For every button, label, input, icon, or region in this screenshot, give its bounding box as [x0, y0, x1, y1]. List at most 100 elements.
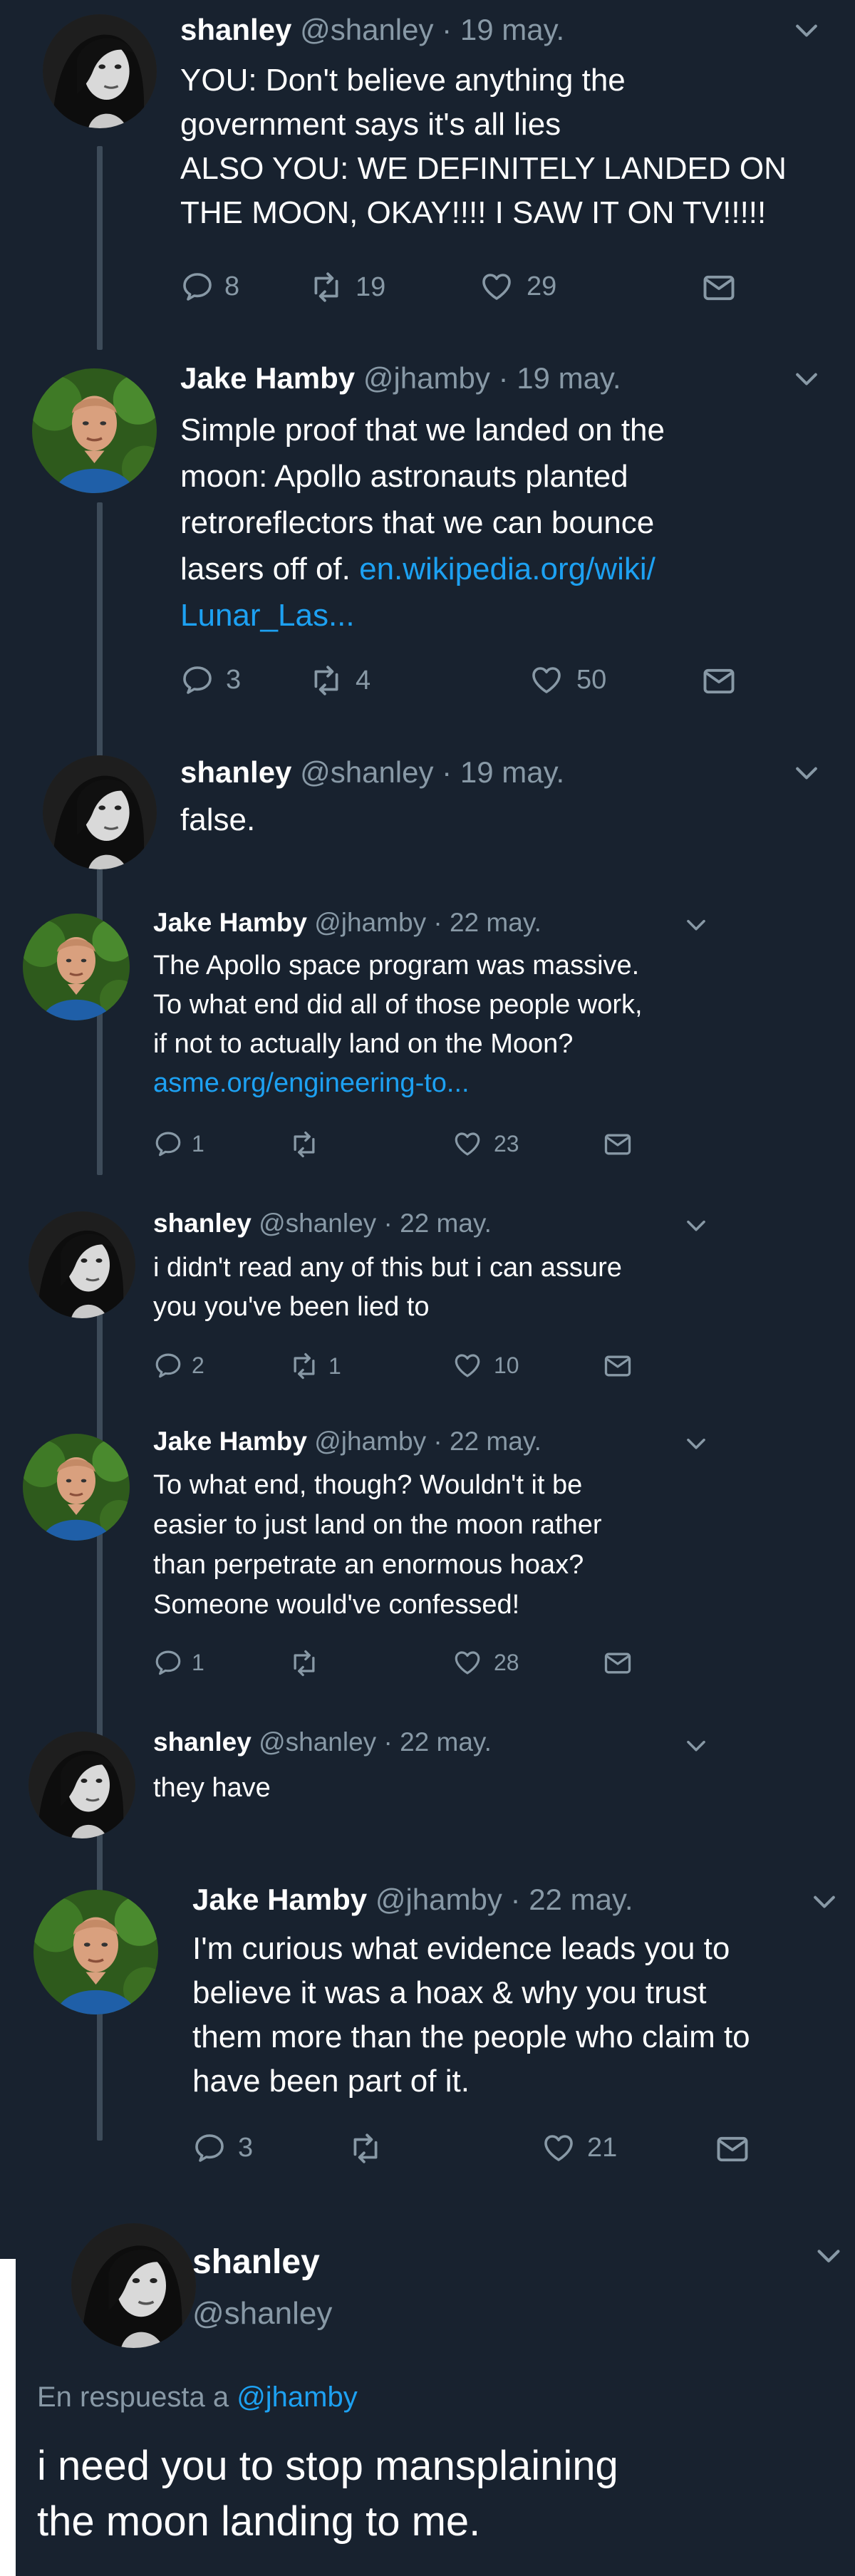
author-name[interactable]: Jake Hamby — [153, 1427, 307, 1456]
tweet-date[interactable]: 22 may. — [400, 1209, 492, 1238]
tweet-date[interactable]: 19 may. — [517, 361, 621, 395]
retweet-button[interactable]: 4 — [309, 663, 370, 698]
tweet-header: Jake Hamby @jhamby · 22 may. — [192, 1883, 633, 1916]
retweet-button[interactable]: 1 — [289, 1350, 341, 1382]
author-handle[interactable]: @shanley — [259, 1727, 376, 1757]
retweet-icon — [289, 1129, 320, 1160]
like-button[interactable]: 29 — [480, 269, 556, 304]
retweet-icon — [309, 663, 344, 698]
retweet-icon — [348, 2131, 383, 2166]
author-name[interactable]: shanley — [192, 2243, 320, 2282]
message-button[interactable] — [602, 1129, 633, 1160]
like-button[interactable]: 28 — [452, 1647, 519, 1677]
avatar[interactable] — [43, 14, 157, 128]
author-name[interactable]: Jake Hamby — [192, 1883, 367, 1916]
tweet-text: YOU: Don't believe anything the governme… — [180, 63, 787, 230]
reply-button[interactable]: 3 — [180, 663, 241, 697]
message-button[interactable] — [700, 269, 737, 306]
avatar[interactable] — [23, 914, 130, 1020]
tweet-header: shanley @shanley · 22 may. — [153, 1209, 492, 1238]
retweet-button[interactable] — [289, 1129, 328, 1160]
author-name[interactable]: shanley — [153, 1209, 252, 1238]
chevron-down-icon[interactable] — [791, 758, 822, 790]
tweet-date[interactable]: 22 may. — [400, 1727, 492, 1757]
tweet: shanley @shanley · 19 may. false. — [0, 727, 855, 878]
like-button[interactable]: 21 — [542, 2131, 617, 2165]
retweet-button[interactable] — [348, 2131, 395, 2166]
tweet-date[interactable]: 22 may. — [450, 908, 542, 937]
message-button[interactable] — [700, 663, 737, 700]
author-handle[interactable]: @jhamby — [314, 1427, 426, 1456]
tweet: shanley @shanley · 22 may. i didn't read… — [0, 1177, 855, 1405]
author-name[interactable]: shanley — [153, 1727, 252, 1757]
retweet-button[interactable]: 19 — [309, 269, 385, 305]
reply-button[interactable]: 1 — [153, 1129, 204, 1159]
like-button[interactable]: 50 — [529, 663, 606, 697]
tweet-actions: 1 23 — [153, 1129, 666, 1162]
message-button[interactable] — [602, 1647, 633, 1679]
reply-button[interactable]: 3 — [192, 2131, 253, 2165]
chevron-down-icon[interactable] — [683, 912, 710, 939]
author-handle[interactable]: @jhamby — [363, 361, 490, 395]
author-handle[interactable]: @shanley — [300, 13, 433, 46]
chevron-down-icon[interactable] — [791, 364, 822, 395]
retweet-button[interactable] — [289, 1647, 328, 1679]
author-handle[interactable]: @shanley — [300, 755, 433, 789]
chevron-down-icon[interactable] — [791, 16, 822, 47]
tweet: Jake Hamby @jhamby · 22 may. The Apollo … — [0, 878, 855, 1177]
author-handle[interactable]: @shanley — [259, 1209, 376, 1238]
tweet-link[interactable]: Lunar_Las... — [180, 598, 355, 633]
avatar[interactable] — [28, 1732, 135, 1838]
tweet-header: shanley @shanley · 19 may. — [180, 755, 565, 789]
reply-button[interactable]: 2 — [153, 1350, 204, 1380]
avatar[interactable] — [71, 2223, 196, 2348]
tweet: Jake Hamby @jhamby · 22 may. I'm curious… — [0, 1853, 855, 2195]
reply-icon — [153, 1647, 183, 1677]
chevron-down-icon[interactable] — [683, 1733, 710, 1760]
retweet-icon — [289, 1647, 320, 1679]
tweet-date[interactable]: 19 may. — [460, 13, 564, 46]
reply-button[interactable]: 8 — [180, 269, 239, 304]
avatar[interactable] — [33, 1890, 158, 2014]
tweet-header: Jake Hamby @jhamby · 22 may. — [153, 1427, 542, 1456]
like-icon — [480, 269, 514, 304]
chevron-down-icon[interactable] — [683, 1431, 710, 1458]
chevron-down-icon[interactable] — [683, 1213, 710, 1240]
reply-to-handle[interactable]: @jhamby — [237, 2381, 358, 2413]
tweet-link[interactable]: en.wikipedia.org/wiki/ — [359, 552, 656, 586]
tweet-actions: 3 4 50 — [180, 663, 793, 700]
avatar[interactable] — [32, 368, 157, 493]
avatar[interactable] — [28, 1211, 135, 1318]
tweet-text: false. — [180, 802, 256, 837]
tweet-header: shanley @shanley · 19 may. — [180, 13, 565, 46]
avatar[interactable] — [23, 1434, 130, 1541]
tweet-link[interactable]: asme.org/engineering-to... — [153, 1068, 470, 1098]
chevron-down-icon[interactable] — [809, 1887, 840, 1918]
message-icon — [602, 1129, 633, 1160]
tweet-date[interactable]: 19 may. — [460, 755, 564, 789]
like-icon — [542, 2131, 576, 2165]
screenshot-edge — [0, 2259, 16, 2576]
author-name[interactable]: Jake Hamby — [153, 908, 307, 937]
reply-icon — [153, 1350, 183, 1380]
author-name[interactable]: shanley — [180, 755, 291, 789]
reply-icon — [192, 2131, 227, 2165]
retweet-icon — [309, 269, 344, 305]
like-button[interactable]: 23 — [452, 1129, 519, 1159]
tweet-date[interactable]: 22 may. — [529, 1883, 633, 1916]
message-button[interactable] — [602, 1350, 633, 1382]
chevron-down-icon[interactable] — [812, 2240, 845, 2273]
author-handle[interactable]: @jhamby — [375, 1883, 502, 1916]
avatar[interactable] — [43, 755, 157, 869]
tweet-text: To what end, though? Wouldn't it be easi… — [153, 1470, 602, 1620]
author-handle[interactable]: @jhamby — [314, 908, 426, 937]
author-name[interactable]: Jake Hamby — [180, 361, 355, 395]
like-button[interactable]: 10 — [452, 1350, 519, 1380]
tweet-date[interactable]: 22 may. — [450, 1427, 542, 1456]
author-name[interactable]: shanley — [180, 13, 291, 46]
message-button[interactable] — [714, 2131, 751, 2168]
reply-button[interactable]: 1 — [153, 1647, 204, 1677]
focused-tweet: shanley @shanley En respuesta a @jhamby … — [16, 2210, 855, 2576]
author-handle[interactable]: @shanley — [192, 2296, 332, 2332]
like-icon — [452, 1647, 482, 1677]
